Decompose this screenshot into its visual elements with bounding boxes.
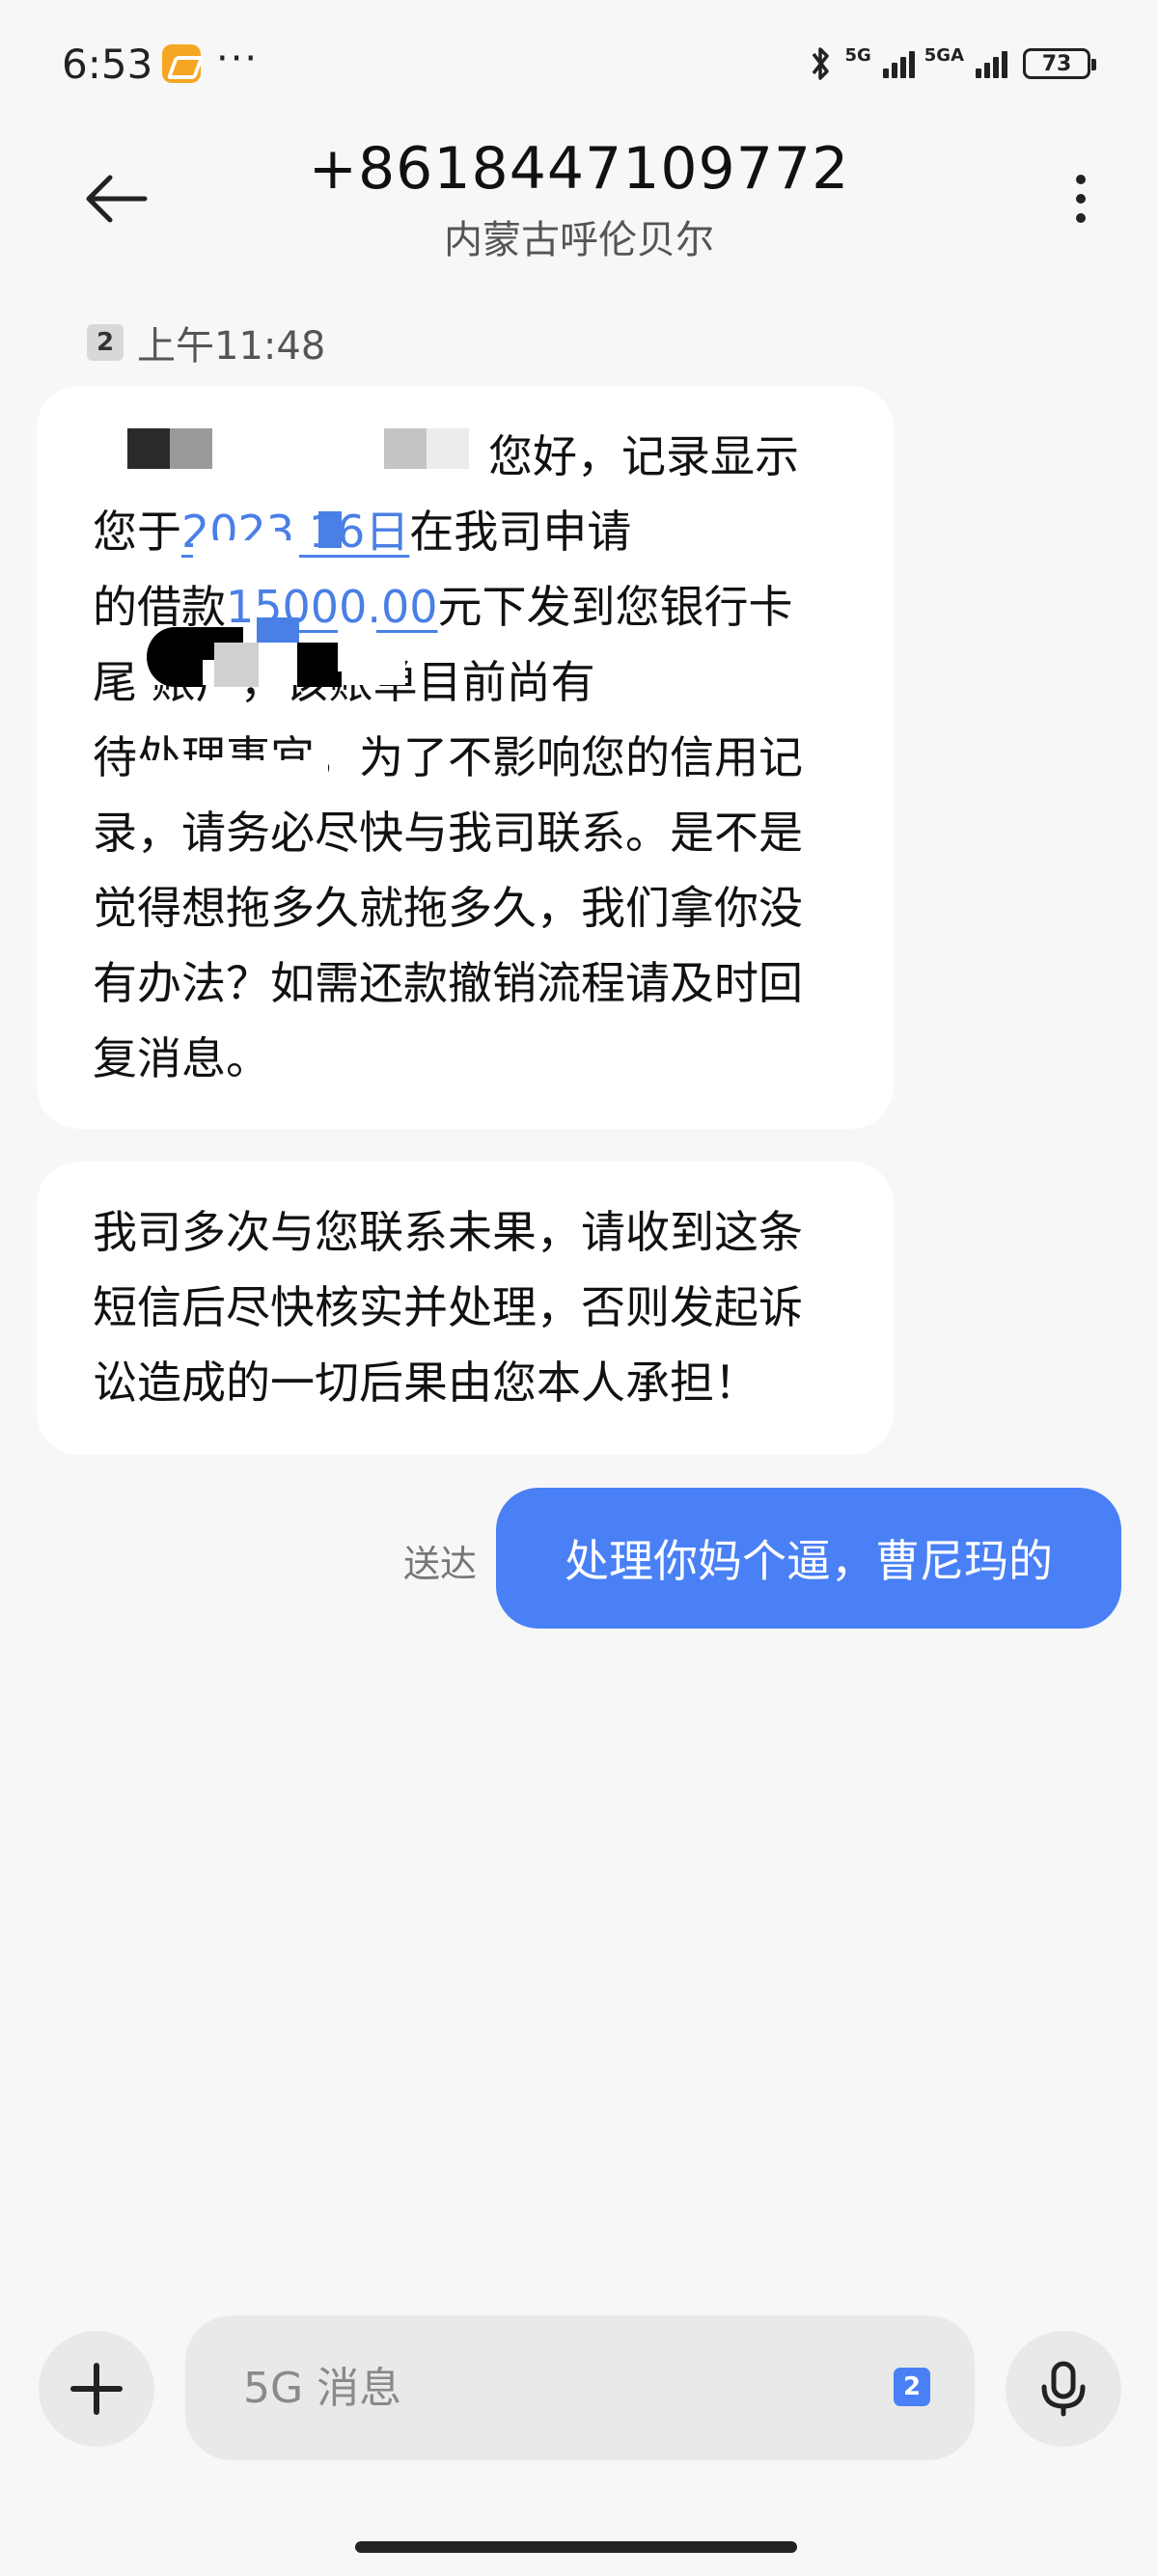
add-attachment-button[interactable] [39, 2331, 154, 2447]
home-indicator[interactable] [355, 2541, 797, 2553]
notification-app-icon [162, 44, 201, 83]
status-icons: 5G 5GA 73 [806, 44, 1096, 83]
message-meta: 2 上午11:48 [87, 315, 325, 370]
message-line: 讼造成的一切后果由您本人承担！ [93, 1357, 758, 1409]
incoming-message-bubble-2[interactable]: 我司多次与您联系未果，请收到这条 短信后尽快核实并处理，否则发起诉 讼造成的一切… [37, 1162, 894, 1455]
message-line: 短信后尽快核实并处理，否则发起诉 [93, 1281, 803, 1333]
battery-icon: 73 [1023, 48, 1096, 79]
plus-icon [70, 2363, 123, 2415]
amount-link[interactable]: 15000.00 [226, 581, 438, 633]
message-line: 的借款15000.00元下发到您银行卡 [93, 581, 793, 633]
outgoing-message-bubble[interactable]: 处理你妈个逼，曹尼玛的 [496, 1488, 1121, 1629]
contact-phone-number: +8618447109772 [308, 135, 850, 203]
message-time: 上午11:48 [137, 324, 326, 369]
message-line: 您于2023 16日在我司申请 [93, 506, 632, 558]
message-line: 觉得想拖多久就拖多久，我们拿你没 [93, 882, 803, 934]
more-options-button[interactable] [1052, 160, 1110, 237]
sim-select-button[interactable]: 2 [894, 2368, 930, 2406]
message-line: 我司多次与您联系未果，请收到这条 [93, 1206, 803, 1258]
message-input-box[interactable]: 2 [185, 2316, 975, 2460]
message-input[interactable] [243, 2316, 841, 2460]
outgoing-message-text: 处理你妈个逼，曹尼玛的 [565, 1535, 1053, 1587]
more-vertical-icon [1076, 175, 1086, 223]
microphone-icon [1041, 2361, 1086, 2417]
signal-icon-1 [882, 49, 915, 78]
signal-icon-2 [976, 49, 1007, 78]
message-line: 待处理事宜，为了不影响您的信用记 [93, 731, 803, 783]
status-bar: 6:53 ··· 5G 5GA 73 [0, 0, 1158, 135]
bluetooth-icon [806, 44, 835, 83]
date-link[interactable]: 2023 16日 [181, 506, 409, 558]
sim-badge: 2 [87, 324, 124, 361]
message-line: 您好，记录显示 [488, 430, 799, 482]
message-line: 有办法？如需还款撤销流程请及时回 [93, 957, 803, 1009]
conversation-header: +8618447109772 内蒙古呼伦贝尔 [0, 135, 1158, 270]
message-line: 录，请务必尽快与我司联系。是不是 [93, 807, 803, 859]
message-line: 尾 账户，该账单目前尚有 [93, 656, 595, 708]
more-notifications-icon: ··· [216, 37, 260, 81]
contact-location: 内蒙古呼伦贝尔 [444, 218, 714, 262]
message-line: 复消息。 [93, 1032, 270, 1084]
status-time: 6:53 [62, 41, 153, 88]
delivery-status: 送达 [403, 1543, 478, 1585]
network-label-2: 5GA [924, 45, 964, 66]
messaging-screen: 6:53 ··· 5G 5GA 73 +8618447109772 内蒙古呼伦贝… [0, 0, 1158, 2576]
network-label-1: 5G [844, 45, 871, 66]
incoming-message-bubble[interactable]: 您好，记录显示 您于2023 16日在我司申请 的借款15000.00元下发到您… [37, 386, 894, 1129]
voice-input-button[interactable] [1006, 2331, 1121, 2447]
